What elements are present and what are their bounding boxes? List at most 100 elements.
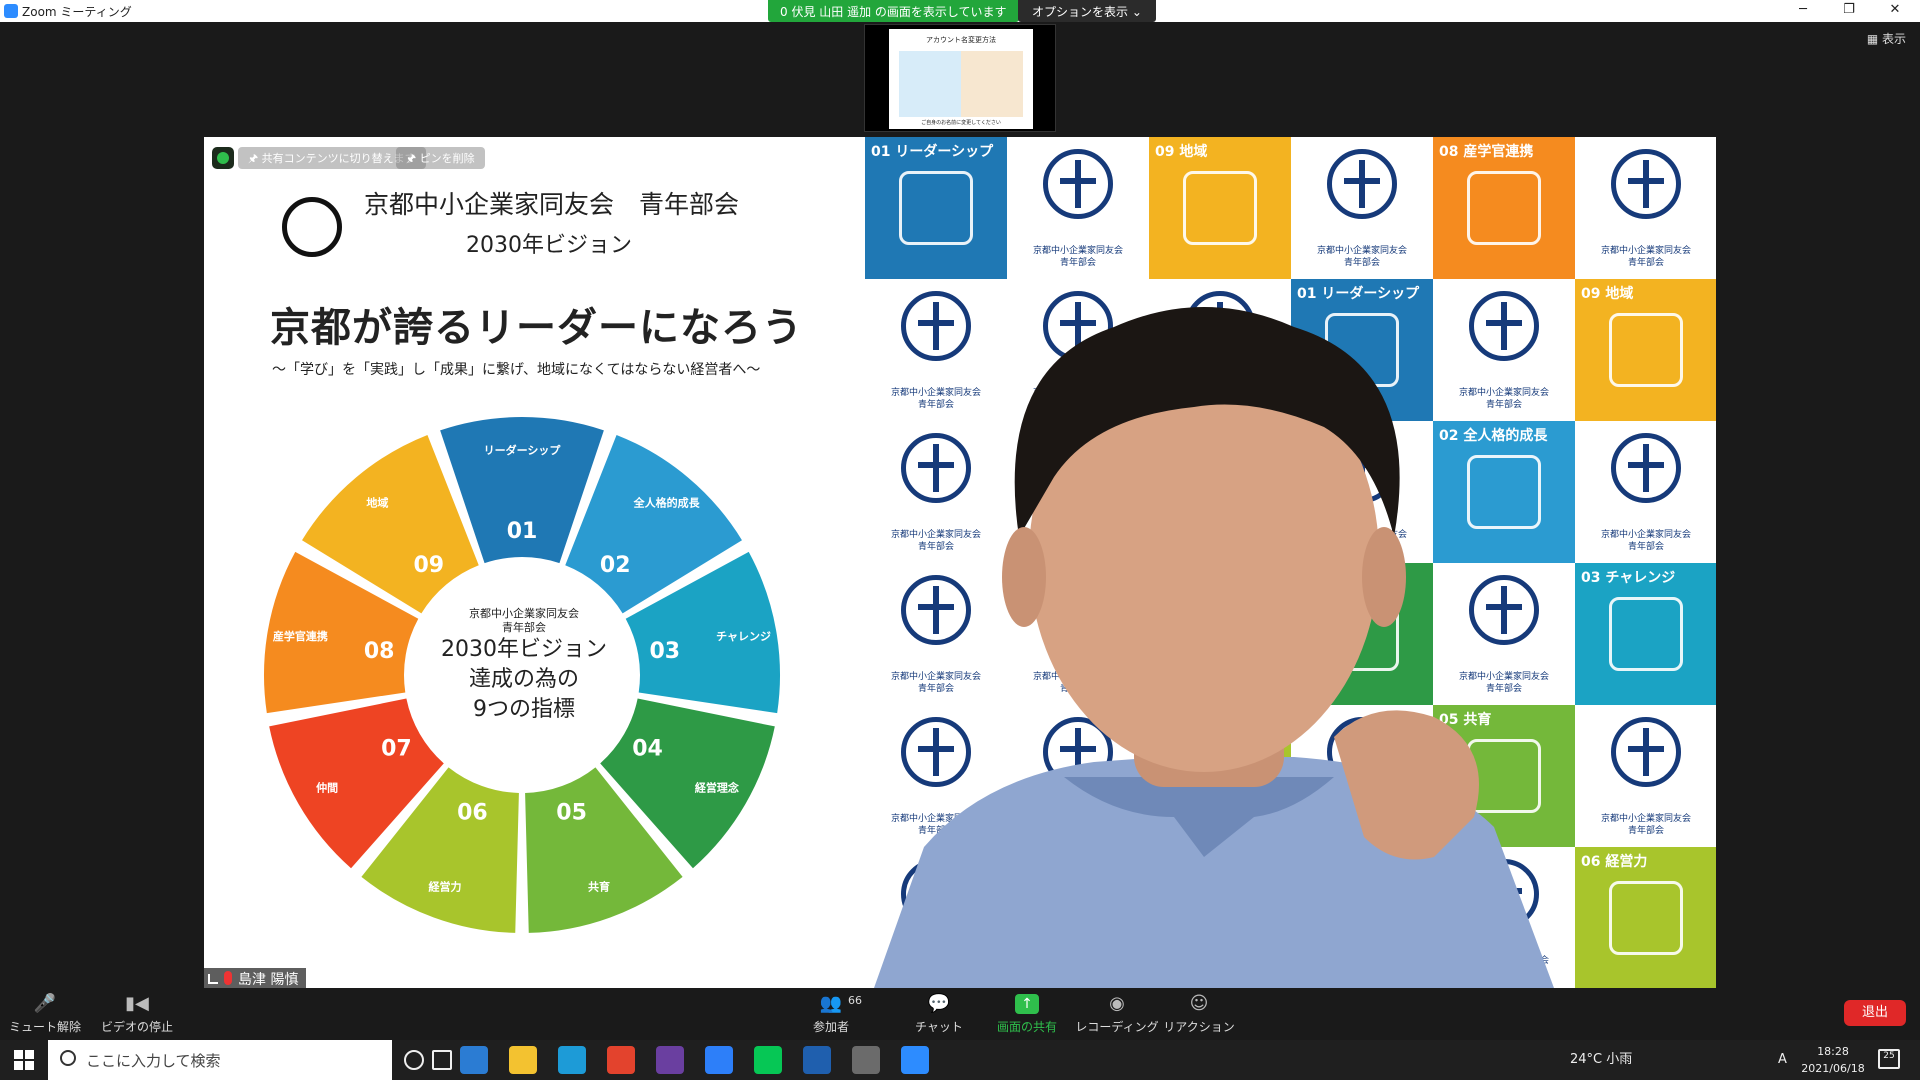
participants-icon: 👥: [819, 993, 843, 1014]
organization-logo-icon: [1327, 149, 1397, 219]
reactions-label: リアクション: [1163, 1020, 1235, 1034]
logo-tile-org-line1: 京都中小企業家同友会: [1600, 246, 1691, 256]
goal-tile-tag: 09 地域: [1155, 144, 1208, 160]
record-button[interactable]: ◉ レコーディング: [1072, 992, 1162, 1035]
wheel-segment-number: 08: [364, 639, 395, 664]
record-label: レコーディング: [1075, 1020, 1159, 1034]
ime-indicator[interactable]: A: [1778, 1040, 1787, 1080]
thumbnail-title: アカウント名変更方法: [926, 36, 996, 44]
notification-center-icon[interactable]: 25: [1878, 1049, 1900, 1069]
chat-button[interactable]: 💬 チャット: [894, 992, 984, 1035]
view-options-button[interactable]: オプションを表示 ⌄: [1018, 0, 1156, 22]
share-screen-label: 画面の共有: [996, 1020, 1057, 1034]
video-camera-icon: ▮◀: [125, 993, 149, 1014]
thumbnail-footer: ご自身のお名前に変更してください: [921, 120, 1001, 126]
participants-button[interactable]: 👥 参加者 66: [786, 992, 876, 1035]
screen-share-banner: 0 伏見 山田 遥加 の画面を表示しています: [768, 0, 1019, 22]
wheel-segment-label: リーダーシップ: [484, 443, 562, 457]
pinned-video[interactable]: 京都中小企業家同友会 青年部会 2030年ビジョン 京都が誇るリーダーになろう …: [204, 137, 1716, 988]
wheel-segment-number: 07: [381, 737, 412, 762]
settings-icon[interactable]: [852, 1046, 880, 1074]
shared-screen-thumbnail[interactable]: アカウント名変更方法 ご自身のお名前に変更してください: [864, 24, 1056, 132]
wheel-segment-number: 06: [457, 800, 488, 825]
signal-strength-icon: [208, 974, 218, 984]
wheel-center-text: 京都中小企業家同友会 青年部会 2030年ビジョン 達成の為の 9つの指標: [424, 607, 624, 725]
trello-icon[interactable]: [803, 1046, 831, 1074]
muted-mic-icon: [224, 971, 232, 985]
goal-tile-tag: 08 産学官連携: [1439, 144, 1534, 160]
taskbar-clock[interactable]: 18:28 2021/06/18: [1798, 1043, 1868, 1077]
leave-meeting-button[interactable]: 退出: [1844, 1000, 1906, 1026]
goal-pictogram-icon: [899, 171, 973, 245]
zoom-icon[interactable]: [901, 1046, 929, 1074]
thumbnail-illustration: [899, 51, 1023, 117]
organization-logo-icon: [1611, 149, 1681, 219]
logo-tile-org-line1: 京都中小企業家同友会: [1032, 246, 1123, 256]
file-explorer-icon[interactable]: [509, 1046, 537, 1074]
participant-name-tag: 島津 陽慎: [204, 968, 307, 988]
wheel-segment-label: 経営力: [429, 879, 462, 893]
weather-widget[interactable]: 24°C 小雨: [1570, 1040, 1632, 1080]
participant-video-person: [874, 307, 1554, 988]
participants-label: 参加者: [812, 1020, 849, 1034]
windows-taskbar: ここに入力して検索 24°C 小雨 A 18:28 2021/06/18 25: [0, 1040, 1920, 1080]
wheel-center-org: 京都中小企業家同友会: [469, 607, 579, 620]
muted-microphone-icon: 🎤: [33, 993, 57, 1014]
goal-tile-tag: 01 リーダーシップ: [871, 144, 994, 160]
wheel-segment-label: 全人格的成長: [633, 496, 701, 510]
stop-video-button[interactable]: ▮◀ ビデオの停止: [92, 992, 182, 1035]
view-layout-button[interactable]: ▦ 表示: [1867, 30, 1906, 47]
unmute-button[interactable]: 🎤 ミュート解除: [0, 992, 90, 1035]
meeting-stage: ▦ 表示 アカウント名変更方法 ご自身のお名前に変更してください 京都中小企業家…: [0, 22, 1920, 988]
minimize-button[interactable]: ─: [1780, 0, 1826, 22]
thumbnail-slide: アカウント名変更方法 ご自身のお名前に変更してください: [889, 29, 1033, 129]
chat-label: チャット: [915, 1020, 963, 1034]
line-icon[interactable]: [754, 1046, 782, 1074]
wheel-segment-label: 仲間: [316, 781, 338, 795]
close-button[interactable]: ✕: [1872, 0, 1918, 22]
edge-icon[interactable]: [558, 1046, 586, 1074]
wheel-center-line1: 2030年ビジョン: [441, 637, 607, 662]
participant-name: 島津 陽慎: [238, 972, 299, 988]
organization-logo-icon: [1043, 149, 1113, 219]
meeting-controls-toolbar: 🎤 ミュート解除 ▮◀ ビデオの停止 👥 参加者 66 💬 チャット ↑ 画面の…: [0, 988, 1920, 1040]
wheel-segment-number: 04: [632, 737, 663, 762]
stop-video-label: ビデオの停止: [100, 1020, 173, 1034]
reaction-smiley-icon: ☺: [1189, 993, 1209, 1014]
wheel-segment-label: 共育: [588, 879, 610, 893]
wheel-segment-label: 産学官連携: [273, 629, 328, 643]
slide-headline: 京都が誇るリーダーになろう: [270, 305, 803, 351]
goal-pictogram-icon: [1467, 171, 1541, 245]
slide-vision-title: 2030年ビジョン: [466, 233, 632, 258]
wheel-segment-number: 03: [649, 639, 680, 664]
restore-button[interactable]: ❐: [1826, 0, 1872, 22]
taskview-icon[interactable]: [432, 1050, 452, 1070]
cortana-icon[interactable]: [404, 1050, 424, 1070]
chat-bubble-icon: 💬: [927, 993, 951, 1014]
slide-org-title: 京都中小企業家同友会 青年部会: [364, 190, 740, 219]
search-placeholder: ここに入力して検索: [86, 1052, 221, 1070]
wheel-center-org2: 青年部会: [502, 621, 546, 634]
reactions-button[interactable]: ☺ リアクション: [1154, 992, 1244, 1035]
taskbar-search-input[interactable]: ここに入力して検索: [48, 1040, 392, 1080]
windows-start-icon[interactable]: [14, 1050, 34, 1070]
wheel-center-line2: 達成の為の: [468, 667, 579, 692]
zoom-app-icon: [4, 4, 18, 18]
record-icon: ◉: [1109, 993, 1125, 1014]
slack-icon[interactable]: [656, 1046, 684, 1074]
clock-time: 18:28: [1817, 1045, 1849, 1058]
window-titlebar: Zoom ミーティング 0 伏見 山田 遥加 の画面を表示しています オプション…: [0, 0, 1920, 22]
security-shield-icon[interactable]: [212, 147, 234, 169]
organization-logo-icon: [282, 197, 342, 257]
wheel-segment-number: 09: [413, 553, 444, 578]
unpin-button[interactable]: 🖈 ピンを削除: [396, 147, 485, 169]
logo-tile-org-line1: 京都中小企業家同友会: [1316, 246, 1407, 256]
browser-app-icon[interactable]: [460, 1046, 488, 1074]
share-screen-icon: ↑: [1015, 994, 1039, 1014]
chrome-icon[interactable]: [607, 1046, 635, 1074]
share-screen-button[interactable]: ↑ 画面の共有: [982, 992, 1072, 1035]
wheel-center-line3: 9つの指標: [473, 697, 575, 722]
search-icon: [60, 1050, 76, 1066]
wheel-segment-label: 地域: [366, 496, 388, 510]
dropbox-icon[interactable]: [705, 1046, 733, 1074]
